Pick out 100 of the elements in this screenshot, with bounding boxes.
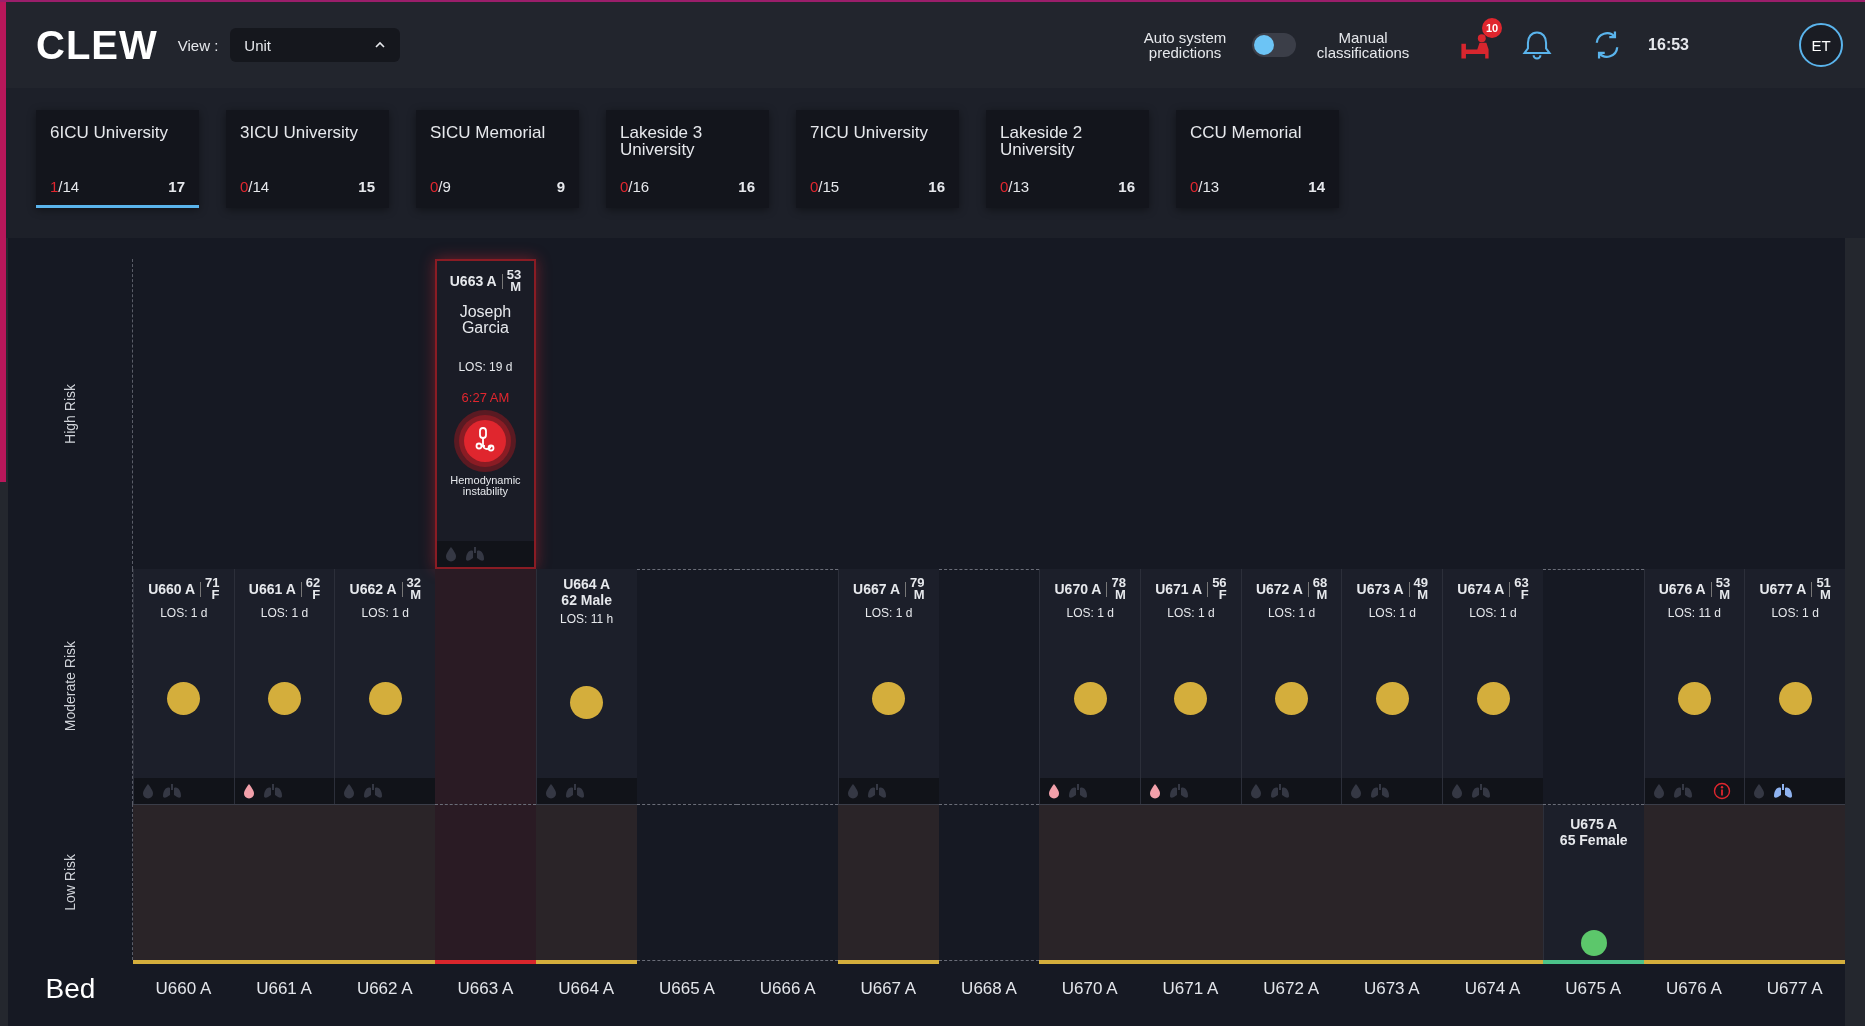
risk-status-dot: [368, 682, 402, 716]
age-sex: 79 M: [910, 577, 925, 602]
length-of-stay: LOS: 11 d: [1667, 605, 1721, 620]
unit-patient-count: 16: [738, 178, 755, 195]
unit-patient-count: 16: [928, 178, 945, 195]
length-of-stay: LOS: 1 d: [1066, 605, 1114, 620]
unit-name: SICU Memorial: [430, 124, 547, 141]
view-dropdown[interactable]: Unit: [230, 28, 401, 62]
age-sex: 63 F: [1514, 577, 1529, 602]
bed-id: U677 A: [1759, 581, 1813, 598]
risk-status-dot: [1476, 682, 1510, 716]
age-sex: 56 F: [1212, 577, 1227, 602]
bed-heading: Bed: [45, 973, 96, 1005]
bed-label[interactable]: U676 A: [1666, 979, 1722, 999]
bed-label[interactable]: U673 A: [1363, 979, 1420, 999]
view-label: View :: [177, 36, 219, 54]
age-sex: 32 M: [406, 577, 421, 602]
unit-name: CCU Memorial: [1190, 124, 1303, 141]
length-of-stay: LOS: 1 d: [865, 605, 913, 620]
patient-demographics: 62 Male: [561, 592, 612, 609]
bed-id: U675 A: [1570, 817, 1618, 833]
length-of-stay: LOS: 11 h: [560, 612, 614, 627]
unit-tab[interactable]: 7ICU University 0/15 16: [796, 110, 959, 208]
risk-status-dot: [1275, 682, 1309, 716]
length-of-stay: LOS: 1 d: [1167, 605, 1215, 620]
length-of-stay: LOS: 1 d: [361, 605, 409, 620]
bed-id: U663 A: [449, 273, 503, 290]
patient-demographics: 65 Female: [1559, 832, 1628, 849]
bed-label[interactable]: U665 A: [659, 979, 715, 999]
unit-alert-ratio: 0/13: [1190, 178, 1220, 195]
age-sex: 62 F: [305, 577, 321, 602]
bed-label[interactable]: U660 A: [155, 979, 212, 999]
alert-label: Hemodynamic instability: [449, 474, 522, 497]
bed-label[interactable]: U670 A: [1061, 979, 1118, 999]
bed-label[interactable]: U662 A: [356, 979, 413, 999]
bed-label[interactable]: U671 A: [1162, 979, 1219, 999]
unit-tab[interactable]: Lakeside 2 University 0/13 16: [986, 110, 1149, 208]
logo: CLEW: [36, 22, 158, 68]
bed-id: U662 A: [349, 581, 403, 598]
alert-icon: [453, 408, 518, 473]
bed-label[interactable]: U661 A: [256, 979, 312, 999]
age-sex: 53 M: [506, 269, 522, 294]
bed-label[interactable]: U677 A: [1766, 979, 1823, 999]
bed-label[interactable]: U666 A: [759, 979, 816, 999]
unit-tab[interactable]: SICU Memorial 0/9 9: [416, 110, 579, 208]
user-avatar[interactable]: ET: [1799, 23, 1843, 67]
unit-tab[interactable]: CCU Memorial 0/13 14: [1176, 110, 1339, 208]
unit-alert-ratio: 1/14: [50, 178, 80, 195]
bed-id: U660 A: [148, 581, 202, 598]
age-sex: 78 M: [1111, 577, 1126, 602]
unit-alert-ratio: 0/15: [810, 178, 840, 195]
length-of-stay: LOS: 19 d: [458, 359, 513, 374]
bed-id: U672 A: [1255, 581, 1309, 598]
age-sex: 71 F: [205, 577, 220, 602]
unit-name: Lakeside 2 University: [1000, 124, 1084, 158]
risk-status-dot: [268, 682, 302, 716]
bed-label[interactable]: U668 A: [961, 979, 1017, 999]
bed-id: U674 A: [1457, 581, 1511, 598]
unit-name: 3ICU University: [240, 124, 360, 141]
unit-patient-count: 17: [168, 178, 185, 195]
unit-patient-count: 16: [1118, 178, 1135, 195]
risk-status-dot: [167, 682, 201, 716]
unit-alert-ratio: 0/9: [430, 178, 451, 195]
unit-alert-ratio: 0/14: [240, 178, 270, 195]
bed-label[interactable]: U672 A: [1263, 979, 1319, 999]
age-sex: 53 M: [1715, 577, 1731, 602]
auto-predictions-label: Auto system predictions: [1142, 30, 1228, 60]
unit-name: Lakeside 3 University: [620, 124, 704, 158]
length-of-stay: LOS: 1 d: [160, 605, 208, 620]
unit-tab[interactable]: Lakeside 3 University 0/16 16: [606, 110, 769, 208]
risk-status-dot: [1073, 682, 1107, 716]
bed-label[interactable]: U663 A: [457, 979, 514, 999]
caret-icon: [374, 41, 387, 49]
risk-level-label: High Risk: [62, 384, 78, 444]
length-of-stay: LOS: 1 d: [1771, 605, 1819, 620]
length-of-stay: LOS: 1 d: [1469, 605, 1517, 620]
risk-status-dot: [570, 685, 604, 719]
length-of-stay: LOS: 1 d: [260, 605, 309, 620]
bed-label[interactable]: U667 A: [860, 979, 917, 999]
mode-toggle[interactable]: [1252, 33, 1297, 57]
length-of-stay: LOS: 1 d: [1368, 605, 1416, 620]
unit-patient-count: 15: [358, 178, 375, 195]
risk-status-dot: [1677, 682, 1711, 716]
bed-label[interactable]: U674 A: [1464, 979, 1521, 999]
unit-tab[interactable]: 6ICU University 1/14 17: [36, 110, 199, 208]
bed-id: U661 A: [248, 581, 302, 598]
unit-name: 7ICU University: [810, 124, 930, 141]
length-of-stay: LOS: 1 d: [1267, 605, 1316, 620]
bed-label[interactable]: U675 A: [1565, 979, 1622, 999]
manual-classifications-label: Manual classifications: [1315, 30, 1411, 60]
unit-tab[interactable]: 3ICU University 0/14 15: [226, 110, 389, 208]
risk-level-label: Moderate Risk: [62, 641, 78, 732]
unit-patient-count: 9: [556, 178, 565, 195]
age-sex: 49 M: [1413, 577, 1429, 602]
bed-id: U671 A: [1155, 581, 1209, 598]
patient-card[interactable]: U675 A 65 Female: [1542, 805, 1644, 960]
patient-card[interactable]: U664 A 62 Male LOS: 11 h: [535, 569, 637, 804]
bed-label[interactable]: U664 A: [558, 979, 615, 999]
risk-status-dot: [1174, 682, 1208, 716]
bed-id: U670 A: [1054, 581, 1108, 598]
